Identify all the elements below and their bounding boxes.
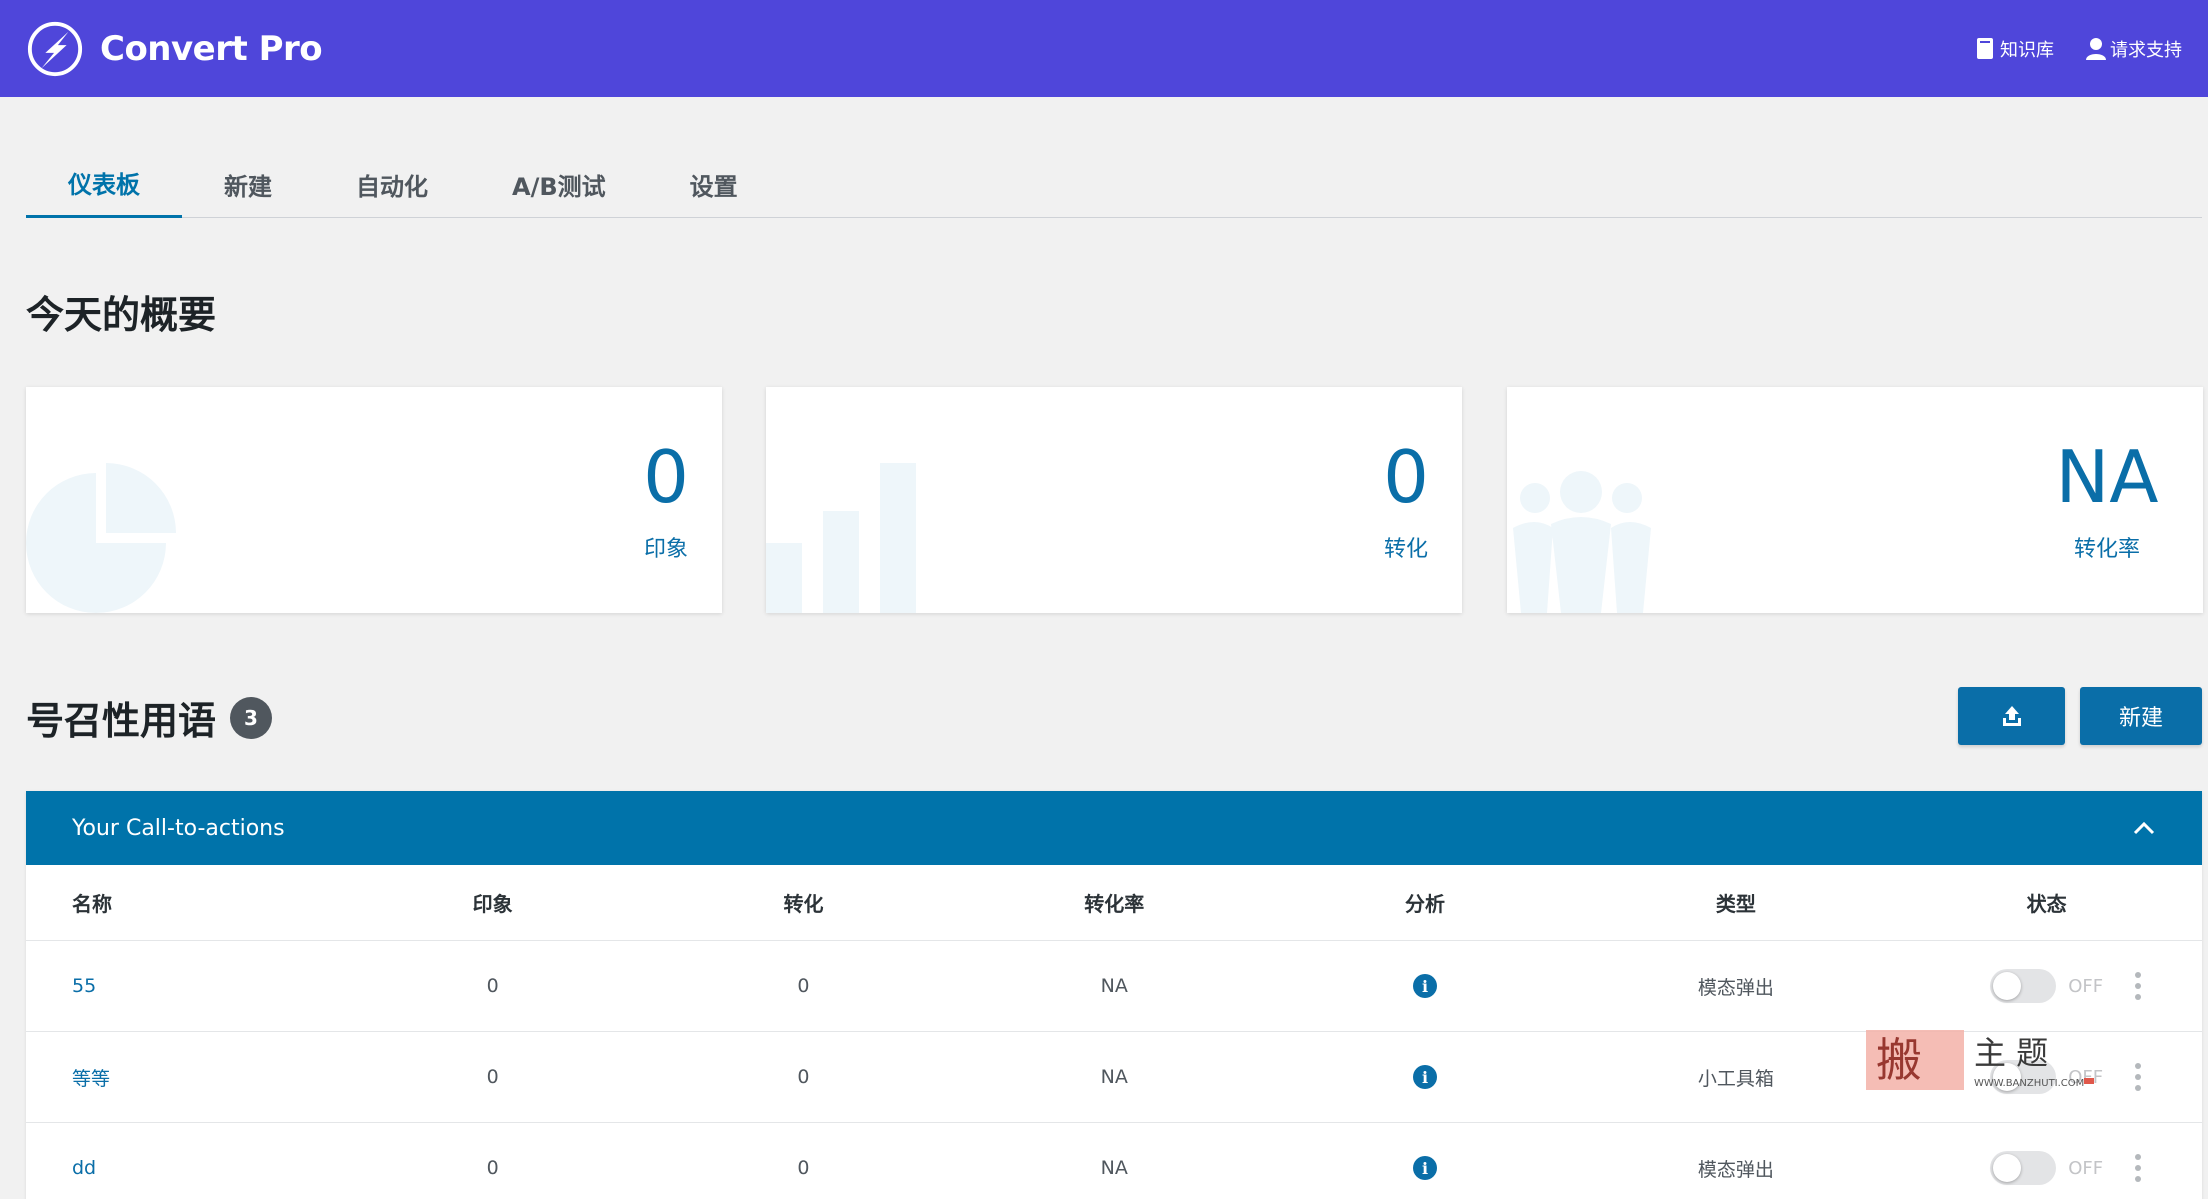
cta-count-badge: 3 bbox=[230, 696, 273, 739]
conversions-cell: 0 bbox=[797, 1066, 810, 1088]
book-icon bbox=[1977, 37, 1993, 59]
conversions-cell: 0 bbox=[797, 975, 810, 997]
col-name[interactable]: 名称 bbox=[26, 888, 337, 917]
cta-name-link[interactable]: 等等 bbox=[72, 1068, 110, 1090]
export-button[interactable] bbox=[1958, 687, 2065, 745]
pie-chart-icon bbox=[26, 463, 176, 613]
col-conversions[interactable]: 转化 bbox=[648, 888, 959, 917]
cta-title: 号召性用语 bbox=[26, 699, 217, 743]
cta-panel-header[interactable]: Your Call-to-actions bbox=[26, 791, 2202, 865]
knowledge-base-label: 知识库 bbox=[2000, 39, 2054, 61]
upload-icon bbox=[2002, 706, 2021, 726]
conversion-rate-value: NA bbox=[2055, 435, 2159, 519]
impressions-card: 0 印象 bbox=[26, 387, 722, 613]
col-analytics: 分析 bbox=[1405, 892, 1446, 916]
type-cell: 模态弹出 bbox=[1697, 976, 1774, 999]
main-tabs: 仪表板 新建 自动化 A/B测试 设置 bbox=[26, 150, 2202, 218]
table-row: 55 0 0 NA i 模态弹出 OFF bbox=[26, 941, 2202, 1032]
info-icon[interactable]: i bbox=[1413, 974, 1438, 998]
type-cell: 小工具箱 bbox=[1697, 1067, 1774, 1090]
chevron-up-icon[interactable] bbox=[2132, 820, 2156, 836]
conversions-label: 转化 bbox=[1383, 537, 1428, 562]
more-options-icon[interactable] bbox=[2135, 972, 2141, 1000]
app-title: Convert Pro bbox=[100, 28, 323, 69]
conversions-card: 0 转化 bbox=[766, 387, 1462, 613]
impressions-value: 0 bbox=[643, 435, 689, 519]
convert-pro-logo-icon bbox=[27, 21, 83, 76]
bar-chart-icon bbox=[766, 463, 916, 613]
top-bar: Convert Pro 知识库 请求支持 bbox=[0, 0, 2208, 97]
user-icon bbox=[2086, 37, 2106, 60]
tab-new[interactable]: 新建 bbox=[182, 150, 314, 218]
knowledge-base-link[interactable]: 知识库 bbox=[1974, 36, 2054, 62]
status-toggle[interactable] bbox=[1990, 969, 2057, 1003]
status-label: OFF bbox=[2068, 975, 2104, 997]
tab-automation[interactable]: 自动化 bbox=[314, 150, 470, 218]
cta-title-row: 号召性用语 3 bbox=[26, 690, 273, 745]
new-cta-button[interactable]: 新建 bbox=[2080, 687, 2202, 745]
conversions-value: 0 bbox=[1383, 435, 1429, 519]
more-options-icon[interactable] bbox=[2135, 1063, 2141, 1091]
summary-title: 今天的概要 bbox=[26, 293, 217, 337]
conversions-cell: 0 bbox=[797, 1157, 810, 1179]
type-cell: 模态弹出 bbox=[1697, 1158, 1774, 1181]
rate-cell: NA bbox=[1100, 975, 1128, 997]
cta-name-link[interactable]: dd bbox=[72, 1157, 96, 1179]
cta-panel-title: Your Call-to-actions bbox=[72, 815, 285, 841]
impressions-cell: 0 bbox=[486, 975, 499, 997]
watermark-logo: 搬 主 题 WWW.BANZHUTI.COM bbox=[1866, 1030, 2094, 1090]
svg-text:主 题: 主 题 bbox=[1974, 1034, 2048, 1072]
cta-name-link[interactable]: 55 bbox=[72, 975, 96, 997]
support-link[interactable]: 请求支持 bbox=[2084, 36, 2182, 62]
more-options-icon[interactable] bbox=[2135, 1154, 2141, 1182]
col-status: 状态 bbox=[2026, 892, 2067, 916]
tab-ab-test[interactable]: A/B测试 bbox=[470, 150, 648, 218]
users-icon bbox=[1513, 471, 1651, 613]
impressions-label: 印象 bbox=[643, 537, 688, 562]
conversion-rate-card: NA 转化率 bbox=[1507, 387, 2203, 613]
info-icon[interactable]: i bbox=[1413, 1156, 1438, 1180]
status-label: OFF bbox=[2068, 1157, 2104, 1179]
col-impressions[interactable]: 印象 bbox=[337, 888, 648, 917]
conversion-rate-label: 转化率 bbox=[2073, 537, 2140, 562]
rate-cell: NA bbox=[1100, 1066, 1128, 1088]
impressions-cell: 0 bbox=[486, 1066, 499, 1088]
tab-settings[interactable]: 设置 bbox=[648, 150, 780, 218]
svg-text:搬: 搬 bbox=[1876, 1033, 1922, 1087]
cta-panel: Your Call-to-actions 名称 印象 转化 转化率 分析 类型 … bbox=[26, 791, 2202, 1199]
rate-cell: NA bbox=[1100, 1157, 1128, 1179]
impressions-cell: 0 bbox=[486, 1157, 499, 1179]
table-row: dd 0 0 NA i 模态弹出 OFF bbox=[26, 1123, 2202, 1199]
support-label: 请求支持 bbox=[2110, 39, 2182, 61]
info-icon[interactable]: i bbox=[1413, 1065, 1438, 1089]
col-type[interactable]: 类型 bbox=[1580, 888, 1891, 917]
tab-dashboard[interactable]: 仪表板 bbox=[26, 150, 182, 218]
table-header: 名称 印象 转化 转化率 分析 类型 状态 bbox=[26, 865, 2202, 941]
svg-text:WWW.BANZHUTI.COM: WWW.BANZHUTI.COM bbox=[1974, 1078, 2084, 1089]
col-conversion-rate[interactable]: 转化率 bbox=[959, 888, 1270, 917]
status-toggle[interactable] bbox=[1990, 1151, 2057, 1185]
